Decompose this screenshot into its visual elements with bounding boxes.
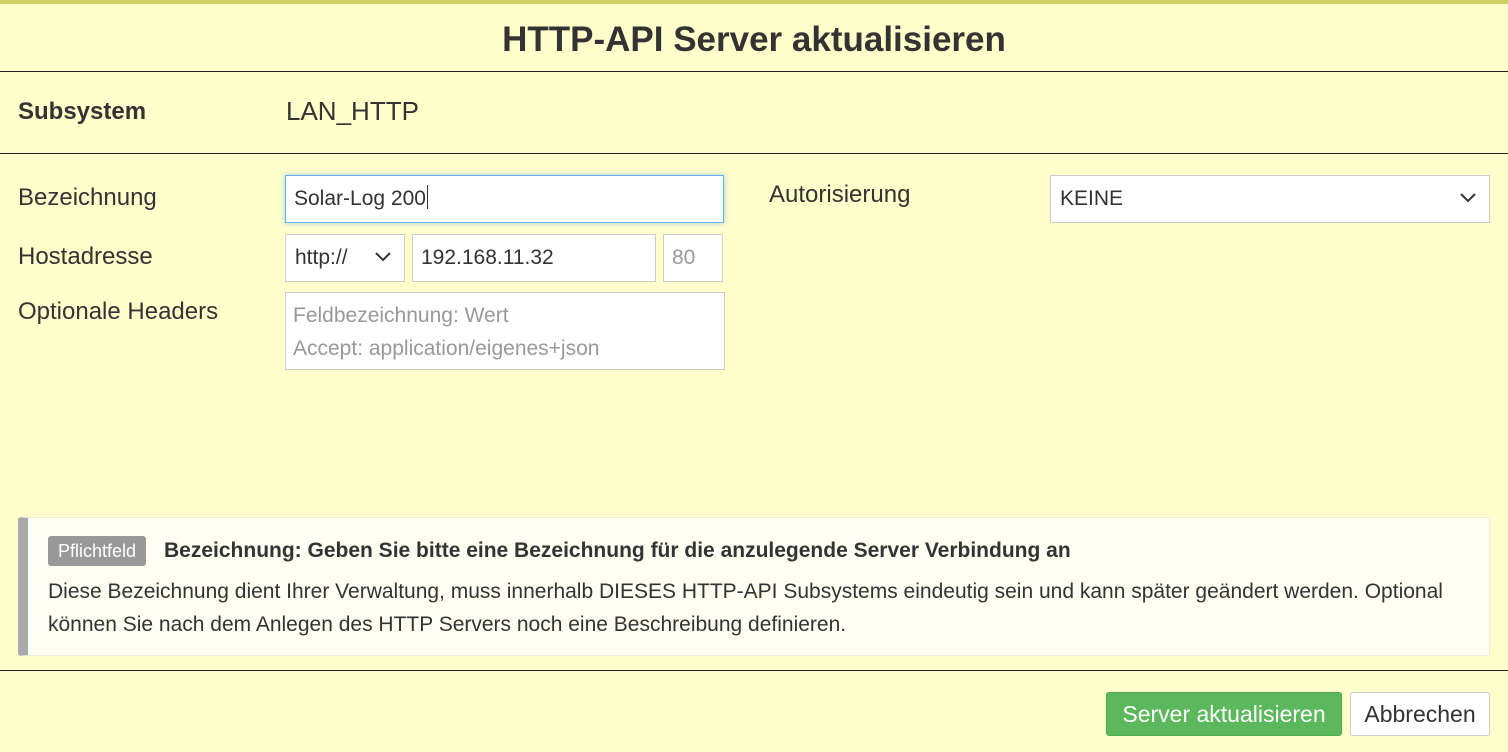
help-panel: Pflichtfeld Bezeichnung: Geben Sie bitte… — [18, 517, 1490, 656]
subsystem-label: Subsystem — [18, 98, 147, 125]
footer-divider — [0, 670, 1508, 671]
hostadresse-label: Hostadresse — [18, 243, 153, 270]
subsystem-divider — [0, 153, 1508, 154]
chevron-down-icon — [375, 252, 391, 262]
dialog: HTTP-API Server aktualisieren Subsystem … — [0, 0, 1508, 752]
text-caret — [426, 185, 428, 209]
protocol-select-value: http:// — [295, 246, 348, 269]
help-text: Diese Bezeichnung dient Ihrer Verwaltung… — [48, 580, 1443, 636]
help-title: Bezeichnung: Geben Sie bitte eine Bezeic… — [164, 539, 1071, 562]
autorisierung-label: Autorisierung — [769, 181, 911, 208]
headers-label: Optionale Headers — [18, 298, 219, 325]
bezeichnung-input[interactable]: Solar-Log 200 — [285, 175, 724, 223]
title-divider — [0, 71, 1508, 72]
subsystem-value: LAN_HTTP — [286, 96, 419, 126]
dialog-title: HTTP-API Server aktualisieren — [502, 20, 1006, 59]
required-badge: Pflichtfeld — [48, 536, 147, 566]
cancel-button[interactable]: Abbrechen — [1350, 692, 1490, 736]
bezeichnung-label: Bezeichnung — [18, 184, 157, 211]
submit-button[interactable]: Server aktualisieren — [1106, 692, 1342, 736]
protocol-select[interactable]: http:// — [285, 234, 405, 282]
port-input[interactable] — [663, 234, 723, 282]
autorisierung-select[interactable]: KEINE — [1050, 175, 1490, 223]
chevron-down-icon — [1460, 193, 1476, 203]
autorisierung-select-value: KEINE — [1060, 187, 1124, 210]
headers-textarea[interactable] — [285, 292, 725, 370]
host-input[interactable] — [412, 234, 656, 282]
